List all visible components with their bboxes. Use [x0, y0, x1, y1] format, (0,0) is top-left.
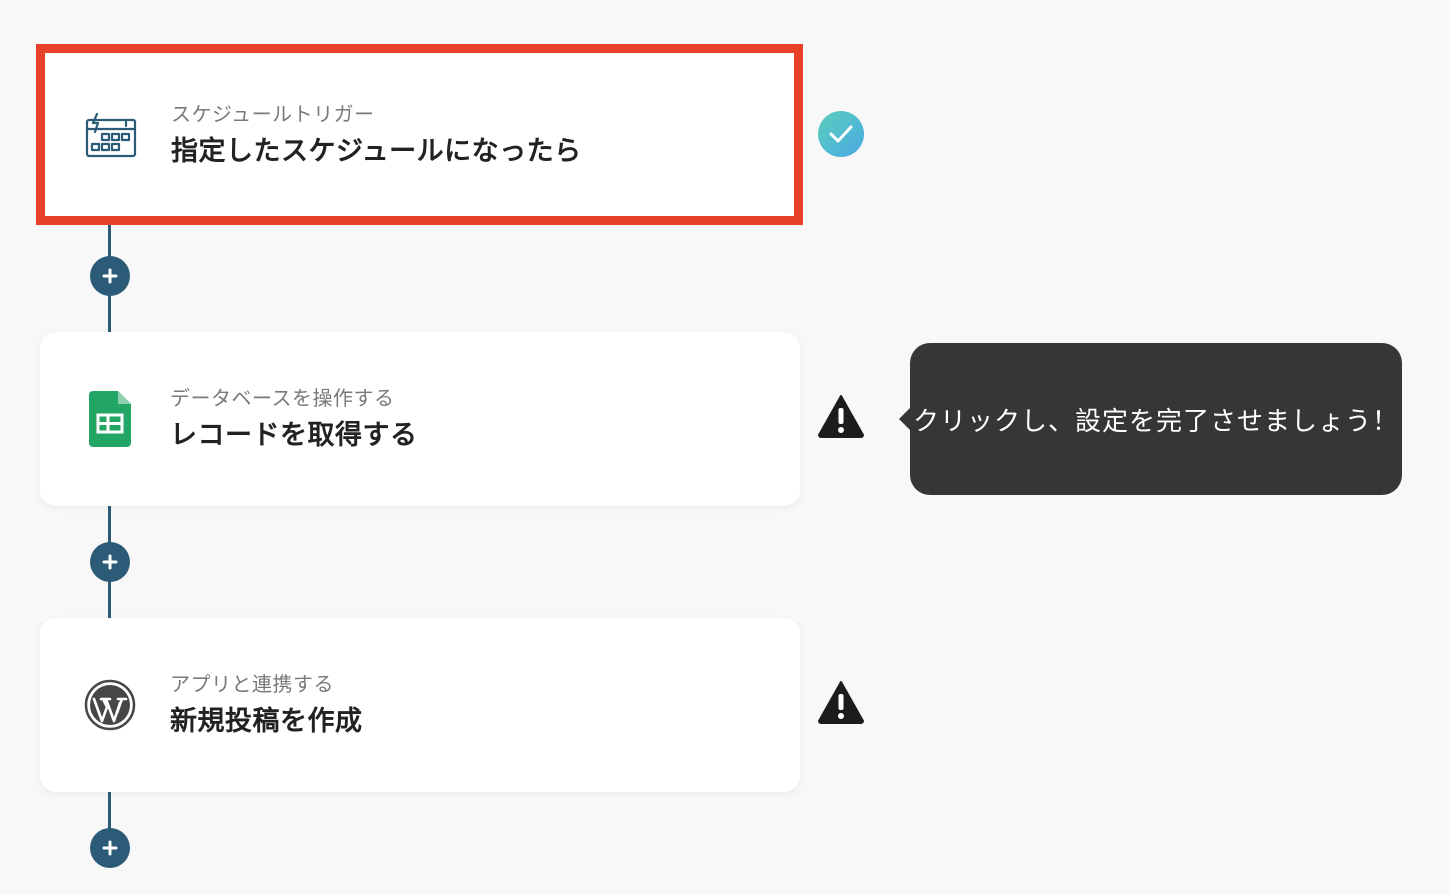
- plus-icon: [102, 268, 118, 284]
- add-step-button[interactable]: [90, 256, 130, 296]
- check-circle-icon: [818, 111, 864, 157]
- tooltip-text: クリックし、設定を完了させましょう！: [912, 406, 1399, 437]
- step-type-label: スケジュールトリガー: [171, 101, 375, 126]
- step-title: 新規投稿を作成: [170, 706, 363, 737]
- step-type-label: データベースを操作する: [170, 386, 395, 410]
- plus-icon: [102, 554, 118, 570]
- step-title: 指定したスケジュールになったら: [171, 135, 582, 167]
- guidance-tooltip: クリックし、設定を完了させましょう！: [899, 343, 1402, 495]
- step-card-schedule-trigger[interactable]: スケジュールトリガー 指定したスケジュールになったら: [36, 44, 803, 225]
- step-card-get-records[interactable]: データベースを操作する レコードを取得する: [40, 332, 800, 506]
- step-type-label: アプリと連携する: [170, 672, 334, 696]
- status-complete: [816, 109, 866, 159]
- plus-icon: [102, 840, 118, 856]
- warning-icon: [818, 681, 864, 724]
- google-sheets-icon: [84, 391, 136, 447]
- add-step-button[interactable]: [90, 542, 130, 582]
- status-warning: [816, 677, 866, 727]
- add-step-button[interactable]: [90, 828, 130, 868]
- wordpress-icon: [84, 679, 136, 731]
- warning-icon: [818, 395, 864, 438]
- step-title: レコードを取得する: [170, 420, 418, 451]
- step-card-create-post[interactable]: アプリと連携する 新規投稿を作成: [40, 618, 800, 792]
- status-warning: [816, 391, 866, 441]
- tooltip-arrow: [899, 407, 911, 431]
- schedule-trigger-icon: [85, 109, 137, 161]
